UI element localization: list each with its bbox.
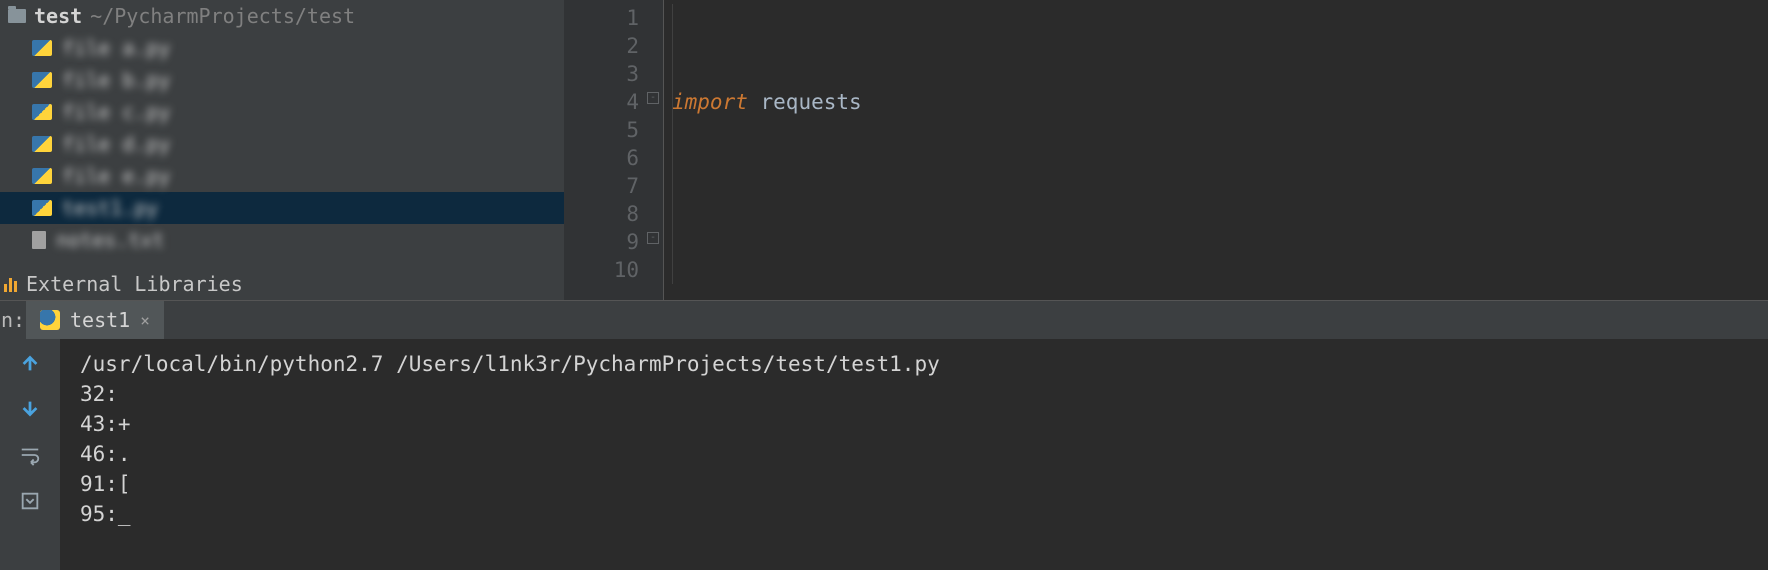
console-output[interactable]: /usr/local/bin/python2.7 /Users/l1nk3r/P… [60,339,1768,570]
file-item[interactable]: file d.py [0,128,564,160]
run-panel: n: test1 × /usr/local/bin/python2.7 /Use… [0,300,1768,570]
line-number: 9 [564,228,639,256]
run-toolbar [0,339,60,570]
text-file-icon [32,231,46,249]
run-panel-label: n: [0,301,26,339]
line-number: 6 [564,144,639,172]
line-number: 5 [564,116,639,144]
external-libraries-label: External Libraries [26,272,243,296]
code-line [672,256,1768,284]
file-item[interactable]: file a.py [0,32,564,64]
project-header[interactable]: test ~/PycharmProjects/test [0,0,564,32]
project-name: test [34,4,82,28]
file-item[interactable]: file b.py [0,64,564,96]
python-icon [40,310,60,330]
line-number: 1 [564,4,639,32]
folder-icon [8,9,26,23]
line-number: 10 [564,256,639,284]
soft-wrap-icon[interactable] [16,441,44,469]
python-file-icon [32,104,52,120]
up-stack-icon[interactable] [16,349,44,377]
line-number: 3 [564,60,639,88]
code-area[interactable]: import requests for i in range(0,256): u… [664,0,1768,300]
run-body: /usr/local/bin/python2.7 /Users/l1nk3r/P… [0,339,1768,570]
line-number: 8 [564,200,639,228]
code-line: import requests [672,88,1768,116]
file-item[interactable]: file e.py [0,160,564,192]
editor-panel: 1 2 3 4 5 6 7 8 9 10 - - import requests… [564,0,1768,300]
console-line: 46:. [80,442,131,466]
console-line: 95:_ [80,502,131,526]
close-icon[interactable]: × [140,311,150,330]
console-line: 43:+ [80,412,131,436]
fold-toggle-icon[interactable]: - [647,92,659,104]
scroll-to-end-icon[interactable] [16,487,44,515]
line-number: 7 [564,172,639,200]
code-line [672,172,1768,200]
file-label: file d.py [62,132,170,156]
top-area: test ~/PycharmProjects/test file a.py fi… [0,0,1768,300]
file-label: file c.py [62,100,170,124]
file-item[interactable]: notes.txt [0,224,564,256]
console-line: 91:[ [80,472,131,496]
library-icon [4,276,20,292]
file-list: file a.py file b.py file c.py file d.py … [0,32,564,268]
external-libraries[interactable]: External Libraries [0,268,564,300]
line-number: 2 [564,32,639,60]
python-file-icon [32,40,52,56]
file-label: file e.py [62,164,170,188]
python-file-icon [32,168,52,184]
run-tab[interactable]: test1 × [26,301,164,339]
python-file-icon [32,200,52,216]
line-number: 4 [564,88,639,116]
file-label: notes.txt [56,228,164,252]
file-label: file b.py [62,68,170,92]
fold-toggle-icon[interactable]: - [647,232,659,244]
file-label: test1.py [62,196,158,220]
python-file-icon [32,72,52,88]
editor-gutter[interactable]: 1 2 3 4 5 6 7 8 9 10 - - [564,0,664,300]
project-path: ~/PycharmProjects/test [90,4,355,28]
run-tab-label: test1 [70,308,130,332]
console-line: 32: [80,382,118,406]
project-panel: test ~/PycharmProjects/test file a.py fi… [0,0,564,300]
file-item-selected[interactable]: test1.py [0,192,564,224]
console-command: /usr/local/bin/python2.7 /Users/l1nk3r/P… [80,352,940,376]
down-stack-icon[interactable] [16,395,44,423]
file-item[interactable]: file c.py [0,96,564,128]
python-file-icon [32,136,52,152]
file-label: file a.py [62,36,170,60]
run-tab-bar: n: test1 × [0,301,1768,339]
